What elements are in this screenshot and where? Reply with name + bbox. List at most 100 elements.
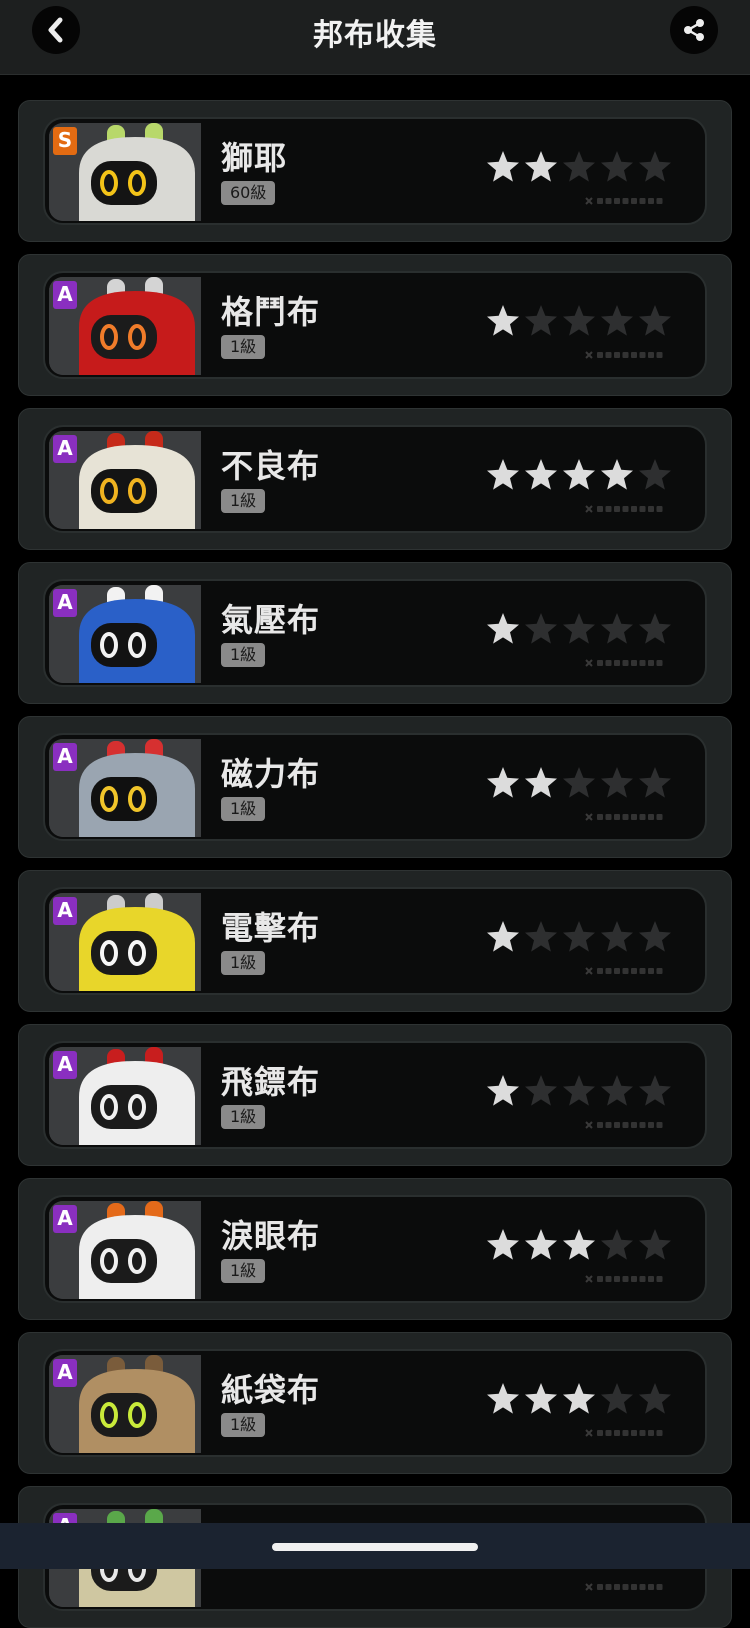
qiyabu-portrait: A [49, 585, 201, 683]
decorative-pattern [585, 1121, 663, 1129]
rank-badge: A [53, 1051, 77, 1079]
zhidaibu-portrait: A [49, 1355, 201, 1453]
star-empty-icon [601, 1383, 633, 1414]
rank-badge: A [53, 1205, 77, 1233]
level-badge: 1級 [221, 489, 266, 513]
bangboo-card[interactable]: S 獅耶 60級 [18, 100, 732, 242]
bangboo-card[interactable]: A 格鬥布 1級 [18, 254, 732, 396]
star-filled-icon [487, 1229, 519, 1260]
star-filled-icon [487, 1075, 519, 1106]
bangboo-card-inner: A 淚眼布 1級 [43, 1195, 707, 1303]
star-filled-icon [487, 767, 519, 798]
level-badge: 1級 [221, 1105, 266, 1129]
star-empty-icon [525, 1075, 557, 1106]
bangboo-name: 氣壓布 [221, 601, 321, 639]
cilibu-portrait: A [49, 739, 201, 837]
bangboo-card[interactable]: A 紙袋布 1級 [18, 1332, 732, 1474]
leiyanbu-portrait: A [49, 1201, 201, 1299]
bangboo-card-inner: A 電擊布 1級 [43, 887, 707, 995]
star-empty-icon [563, 613, 595, 644]
bangboo-card[interactable]: A 電擊布 1級 [18, 870, 732, 1012]
star-empty-icon [601, 305, 633, 336]
decorative-pattern [585, 813, 663, 821]
shiye-portrait: S [49, 123, 201, 221]
star-rating [485, 1073, 685, 1113]
home-indicator[interactable] [272, 1543, 478, 1551]
star-filled-icon [563, 1383, 595, 1414]
bangboo-name: 獅耶 [221, 139, 288, 177]
bangboo-name: 磁力布 [221, 755, 321, 793]
star-filled-icon [563, 1229, 595, 1260]
star-filled-icon [525, 1229, 557, 1260]
star-filled-icon [487, 151, 519, 182]
star-empty-icon [525, 921, 557, 952]
star-empty-icon [639, 1075, 671, 1106]
star-empty-icon [525, 613, 557, 644]
star-filled-icon [525, 1383, 557, 1414]
top-bar: 邦布收集 [0, 0, 750, 75]
system-bar [0, 1523, 750, 1569]
bangboo-card-inner: A 不良布 1級 [43, 425, 707, 533]
level-badge: 1級 [221, 1259, 266, 1283]
decorative-pattern [585, 197, 663, 205]
share-icon [684, 19, 704, 41]
bangboo-card-inner: A 格鬥布 1級 [43, 271, 707, 379]
decorative-pattern [585, 1275, 663, 1283]
rank-badge: A [53, 897, 77, 925]
bangboo-card[interactable]: A 磁力布 1級 [18, 716, 732, 858]
star-filled-icon [487, 305, 519, 336]
star-empty-icon [601, 1229, 633, 1260]
star-empty-icon [525, 305, 557, 336]
decorative-pattern [585, 967, 663, 975]
star-empty-icon [639, 305, 671, 336]
bangboo-name: 飛鏢布 [221, 1063, 321, 1101]
decorative-pattern [585, 659, 663, 667]
star-rating [485, 303, 685, 343]
star-rating [485, 149, 685, 189]
dianjibu-portrait: A [49, 893, 201, 991]
decorative-pattern [585, 1583, 663, 1591]
buliangbu-portrait: A [49, 431, 201, 529]
share-button[interactable] [670, 6, 718, 54]
star-filled-icon [525, 151, 557, 182]
star-filled-icon [525, 459, 557, 490]
bangboo-card[interactable]: A 飛鏢布 1級 [18, 1024, 732, 1166]
rank-badge: A [53, 589, 77, 617]
bangboo-name: 格鬥布 [221, 293, 321, 331]
star-rating [485, 919, 685, 959]
level-badge: 1級 [221, 1413, 266, 1437]
bangboo-card-inner: A 飛鏢布 1級 [43, 1041, 707, 1149]
bangboo-name: 電擊布 [221, 909, 321, 947]
star-filled-icon [563, 459, 595, 490]
star-empty-icon [563, 305, 595, 336]
rank-badge: A [53, 281, 77, 309]
decorative-pattern [585, 505, 663, 513]
star-filled-icon [487, 459, 519, 490]
star-empty-icon [563, 1075, 595, 1106]
star-empty-icon [639, 459, 671, 490]
star-empty-icon [601, 613, 633, 644]
star-rating [485, 1381, 685, 1421]
star-rating [485, 611, 685, 651]
star-empty-icon [601, 921, 633, 952]
level-badge: 1級 [221, 335, 266, 359]
star-empty-icon [601, 1075, 633, 1106]
decorative-pattern [585, 351, 663, 359]
bangboo-card[interactable]: A 不良布 1級 [18, 408, 732, 550]
bangboo-card[interactable]: A 淚眼布 1級 [18, 1178, 732, 1320]
star-filled-icon [487, 1383, 519, 1414]
bangboo-card[interactable]: A 氣壓布 1級 [18, 562, 732, 704]
level-badge: 1級 [221, 797, 266, 821]
level-badge: 1級 [221, 951, 266, 975]
bangboo-name: 紙袋布 [221, 1371, 321, 1409]
feibiaobu-portrait: A [49, 1047, 201, 1145]
star-filled-icon [487, 613, 519, 644]
rank-badge: A [53, 743, 77, 771]
bangboo-card-inner: A 磁力布 1級 [43, 733, 707, 841]
star-filled-icon [601, 459, 633, 490]
bangboo-name: 不良布 [221, 447, 321, 485]
star-empty-icon [639, 921, 671, 952]
level-badge: 60級 [221, 181, 276, 205]
star-empty-icon [563, 151, 595, 182]
star-empty-icon [601, 151, 633, 182]
